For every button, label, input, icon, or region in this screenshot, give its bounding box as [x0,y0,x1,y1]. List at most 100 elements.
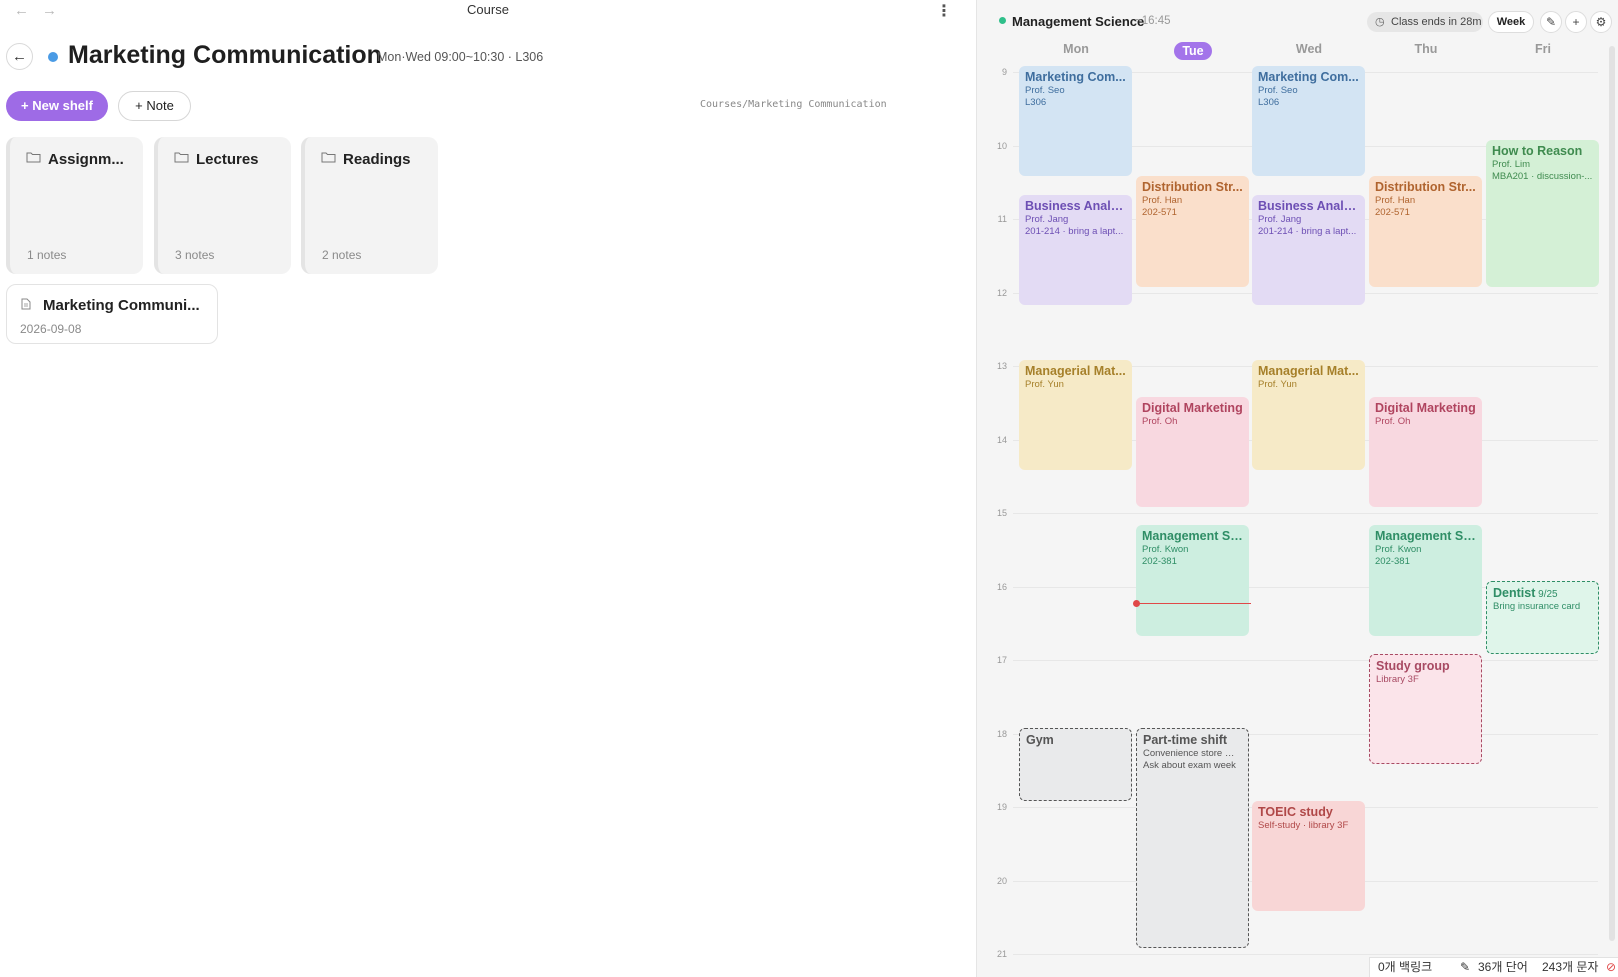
class-ends-pill: ◷ Class ends in 28m [1367,12,1483,32]
backlinks-count: 0개 백링크 [1378,960,1433,974]
folder-icon [174,152,189,163]
course-title: Marketing Communication [68,41,382,69]
shelf-assignments[interactable]: Assignm... 1 notes [6,137,143,274]
day-header-fri: Fri [1486,42,1600,56]
day-header-wed: Wed [1252,42,1366,56]
day-header-thu: Thu [1369,42,1483,56]
event-detail: Bring insurance card [1493,600,1581,612]
calendar-pane: Management Science ~16:45 ◷ Class ends i… [976,0,1618,977]
word-count: 36개 단어 [1478,960,1528,974]
scrollbar[interactable] [1609,46,1615,941]
event-detail: 202-571 [1142,207,1177,219]
shelf-readings[interactable]: Readings 2 notes [301,137,438,274]
event-detail: L306 [1258,97,1280,108]
calendar-event[interactable]: Distribution Str... Prof. Han 202-571 [1369,176,1482,287]
course-pane: ← → Course ⋮ ← Marketing Communication M… [0,0,976,977]
event-detail: Prof. Kwon [1142,544,1189,556]
back-button[interactable]: ← [6,43,33,70]
calendar-event[interactable]: Business Analyti... Prof. Jang 201-214 · b… [1252,194,1365,305]
event-title: Dentist 9/25 [1493,585,1558,600]
hour-gridline [1013,660,1598,661]
event-detail: 202-381 [1142,556,1177,568]
week-view-button[interactable]: Week [1488,11,1534,33]
calendar-event[interactable]: Dentist 9/25 Bring insurance card [1486,580,1599,654]
event-title: Marketing Com... [1258,70,1359,84]
event-detail: Self-study · library 3F [1258,820,1349,831]
day-header-tue: Tue [1136,42,1250,60]
new-note-button[interactable]: + Note [118,91,191,121]
pencil-icon[interactable]: ✎ [1540,11,1562,33]
page-title: Course [467,2,509,17]
hour-gridline [1013,954,1598,955]
current-time-line [1136,603,1251,604]
calendar-event[interactable]: Managerial Mat... Prof. Yun [1019,360,1132,471]
class-ends-text: Class ends in 28m [1391,16,1482,28]
calendar-event[interactable]: Digital Marketing Prof. Oh [1369,396,1482,507]
hour-label: 9 [1001,67,1007,77]
plus-icon[interactable]: + [1565,11,1587,33]
event-detail: 201-214 · bring a lapt... [1258,225,1357,237]
event-title: Digital Marketing [1142,400,1243,415]
char-count: 243개 문자 [1542,960,1599,974]
current-course: Management Science [1012,14,1145,29]
hour-label: 10 [996,140,1007,151]
calendar-event[interactable]: Business Analyti... Prof. Jang 201-214 · b… [1019,194,1132,305]
live-status-dot [999,17,1006,24]
event-title: Business Analyti... [1025,198,1126,213]
event-detail: Prof. Seo [1258,85,1298,96]
calendar-event[interactable]: Distribution Str... Prof. Han 202-571 [1136,176,1249,287]
calendar-event[interactable]: Part-time shift Convenience store —... Ask… [1136,727,1249,948]
note-card[interactable]: Marketing Communi... 2026-09-08 [6,284,218,344]
calendar-event[interactable]: TOEIC study Self-study · library 3F [1252,801,1365,912]
calendar-event[interactable]: Study group Library 3F [1369,654,1482,765]
hour-label: 19 [996,802,1007,812]
event-title: Part-time shift [1143,732,1228,747]
event-date: 9/25 [1535,588,1558,600]
event-title: Digital Marketing [1375,400,1476,415]
day-label: Wed [1295,42,1323,56]
breadcrumb: Courses/Marketing Communication [700,99,887,110]
event-detail: MBA201 · discussion-... [1492,170,1593,182]
top-bar: ← → Course ⋮ [0,0,976,22]
event-detail: Prof. Jang [1025,213,1069,225]
course-schedule: Mon·Wed 09:00~10:30 · L306 [377,50,544,64]
shelf-name: Assignm... [48,151,124,168]
more-menu-icon[interactable]: ⋮ [936,1,952,21]
event-title: Marketing Com... [1025,70,1126,84]
event-detail: Library 3F [1376,674,1419,685]
calendar-event[interactable]: Gym [1019,727,1132,801]
new-shelf-button[interactable]: + New shelf [6,91,108,121]
event-title: Distribution Str... [1142,180,1243,195]
clock-icon: ◷ [1375,16,1385,28]
gear-icon[interactable]: ⚙ [1590,11,1612,33]
shelf-name: Readings [343,151,411,168]
note-date: 2026-09-08 [20,322,82,336]
sync-off-icon[interactable]: ⊘ [1606,958,1616,977]
calendar-event[interactable]: Marketing Com... Prof. Seo L306 [1019,66,1132,177]
note-title: Marketing Communi... [43,297,200,314]
event-title: Management Sc... [1142,529,1243,544]
hour-label: 18 [996,728,1007,739]
event-detail: Prof. Han [1142,195,1183,207]
calendar-event[interactable]: Digital Marketing Prof. Oh [1136,396,1249,507]
shelf-count: 1 notes [27,248,67,262]
shelf-name: Lectures [196,151,259,168]
shelf-lectures[interactable]: Lectures 3 notes [154,137,291,274]
event-detail: Prof. Jang [1258,213,1302,225]
event-detail: Prof. Oh [1142,415,1178,427]
calendar-event[interactable]: Managerial Mat... Prof. Yun [1252,360,1365,471]
event-detail: Prof. Lim [1492,158,1531,170]
calendar-event[interactable]: Marketing Com... Prof. Seo L306 [1252,66,1365,177]
event-detail: Convenience store —... [1143,747,1242,759]
pencil-icon[interactable]: ✎ [1460,958,1470,977]
hour-label: 14 [996,434,1007,445]
calendar-event[interactable]: Management Sc... Prof. Kwon 202-381 [1369,525,1482,636]
current-time-dot [1133,600,1140,607]
event-detail: Prof. Yun [1258,379,1297,390]
event-detail: Prof. Han [1375,195,1416,207]
calendar-event[interactable]: How to Reason Prof. Lim MBA201 · discussio… [1486,139,1599,287]
calendar-event[interactable]: Management Sc... Prof. Kwon 202-381 [1136,525,1249,636]
hour-label: 21 [996,949,1007,959]
day-label: Tue [1174,42,1212,60]
event-detail: Prof. Oh [1375,415,1411,427]
